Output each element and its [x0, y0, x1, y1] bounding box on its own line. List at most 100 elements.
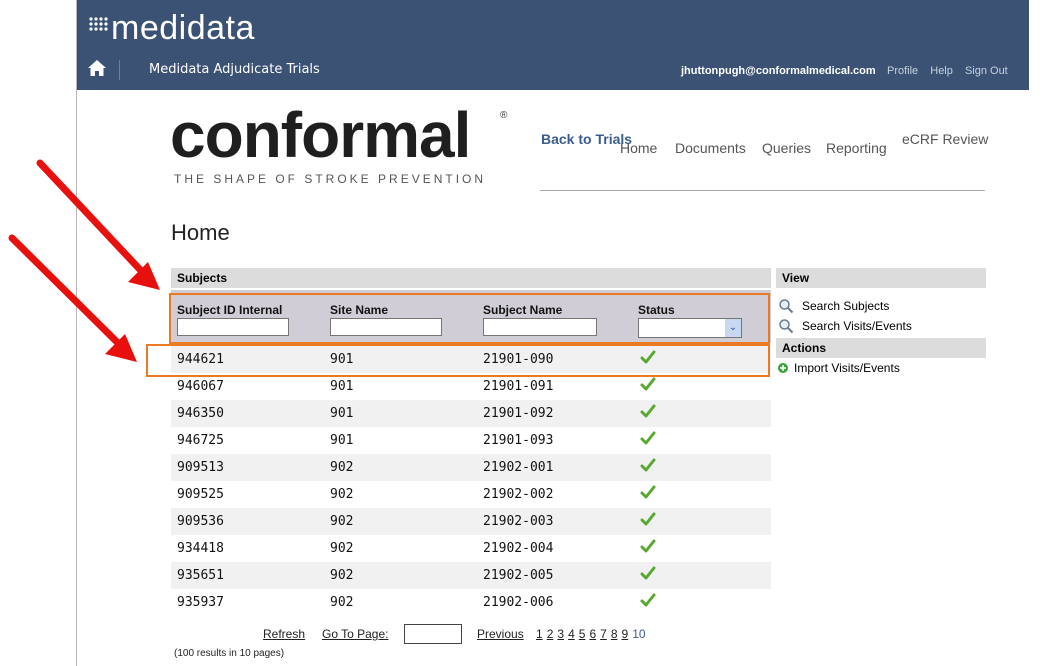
red-arrow-icon [36, 159, 150, 280]
nav-queries[interactable]: Queries [762, 140, 811, 156]
page-link-7[interactable]: 7 [600, 627, 607, 641]
sign-out-link[interactable]: Sign Out [965, 65, 1008, 77]
search-subjects-link[interactable]: Search Subjects [776, 296, 986, 316]
registered-mark-icon: ® [500, 110, 508, 121]
search-visits-link[interactable]: Search Visits/Events [776, 316, 986, 336]
current-page: 10 [632, 627, 646, 641]
page-title: Home [171, 220, 230, 245]
cell-subject-id[interactable]: 935937 [177, 595, 224, 610]
red-arrow-icon [8, 234, 126, 351]
cell-site-name: 901 [330, 433, 354, 448]
pagination: Refresh Go To Page: Previous 1 2 3 4 5 6 7 8 9 10… [171, 624, 771, 664]
cell-subject-name[interactable]: 21902-002 [483, 487, 553, 502]
table-row[interactable]: 946350 901 21901-092 [171, 400, 771, 427]
profile-link[interactable]: Profile [887, 65, 918, 77]
highlight-box-filter-row [169, 293, 770, 344]
cell-subject-name[interactable]: 21902-001 [483, 460, 553, 475]
table-row[interactable]: 935937 902 21902-006 [171, 589, 771, 616]
header-separator [119, 60, 120, 80]
cell-site-name: 902 [330, 568, 354, 583]
page-link-8[interactable]: 8 [611, 627, 618, 641]
cell-subject-name[interactable]: 21902-005 [483, 568, 553, 583]
cell-site-name: 902 [330, 460, 354, 475]
table-row[interactable]: 946067 901 21901-091 [171, 373, 771, 400]
medidata-logo-icon [89, 17, 108, 31]
nav-back-to-trials[interactable]: Back to Trials [541, 131, 632, 147]
cell-subject-name[interactable]: 21901-091 [483, 379, 553, 394]
page-numbers: 1 2 3 4 5 6 7 8 9 10 [536, 627, 646, 641]
header-links: Profile Help Sign Out [887, 65, 1017, 77]
nav-documents[interactable]: Documents [675, 140, 746, 156]
previous-page-link[interactable]: Previous [477, 627, 524, 641]
search-visits-label: Search Visits/Events [802, 319, 912, 333]
cell-site-name: 901 [330, 406, 354, 421]
cell-subject-id[interactable]: 909525 [177, 487, 224, 502]
cell-site-name: 901 [330, 379, 354, 394]
home-icon[interactable] [87, 58, 107, 78]
search-icon [779, 299, 794, 314]
cell-site-name: 902 [330, 541, 354, 556]
cell-site-name: 902 [330, 514, 354, 529]
table-row[interactable]: 935651 902 21902-005 [171, 562, 771, 589]
main-nav: Back to Trials Home Documents Queries Re… [0, 131, 1052, 171]
go-to-page-link[interactable]: Go To Page: [322, 627, 389, 641]
arrowhead-icon [128, 262, 160, 290]
refresh-link[interactable]: Refresh [263, 627, 305, 641]
cell-subject-id[interactable]: 909513 [177, 460, 224, 475]
status-check-icon [640, 538, 656, 558]
arrowhead-icon [105, 334, 137, 362]
cell-subject-id[interactable]: 946350 [177, 406, 224, 421]
right-sidebar: View Search Subjects Search Visits/Event… [776, 268, 986, 378]
import-visits-label: Import Visits/Events [794, 361, 900, 375]
table-row[interactable]: 909513 902 21902-001 [171, 454, 771, 481]
subjects-heading: Subjects [171, 268, 771, 288]
status-check-icon [640, 565, 656, 585]
table-row[interactable]: 946725 901 21901-093 [171, 427, 771, 454]
page-link-1[interactable]: 1 [536, 627, 543, 641]
subjects-table-body: 944621 901 21901-090 946067 901 21901-09… [171, 346, 771, 616]
import-visits-link[interactable]: Import Visits/Events [776, 358, 986, 378]
help-link[interactable]: Help [930, 65, 953, 77]
status-check-icon [640, 511, 656, 531]
nav-reporting[interactable]: Reporting [826, 140, 887, 156]
page-link-5[interactable]: 5 [579, 627, 586, 641]
page-link-2[interactable]: 2 [547, 627, 554, 641]
medidata-logo-text: medidata [111, 9, 255, 47]
highlight-box-first-row [146, 344, 770, 377]
status-check-icon [640, 403, 656, 423]
user-email[interactable]: jhuttonpugh@conformalmedical.com [681, 65, 876, 77]
cell-subject-id[interactable]: 946067 [177, 379, 224, 394]
app-title: Medidata Adjudicate Trials [149, 62, 320, 77]
cell-site-name: 902 [330, 595, 354, 610]
cell-subject-name[interactable]: 21902-006 [483, 595, 553, 610]
page-link-6[interactable]: 6 [589, 627, 596, 641]
results-count: (100 results in 10 pages) [174, 648, 285, 659]
cell-subject-name[interactable]: 21901-092 [483, 406, 553, 421]
nav-home[interactable]: Home [620, 140, 657, 156]
cell-subject-name[interactable]: 21902-003 [483, 514, 553, 529]
table-row[interactable]: 934418 902 21902-004 [171, 535, 771, 562]
cell-subject-name[interactable]: 21902-004 [483, 541, 553, 556]
cell-site-name: 902 [330, 487, 354, 502]
status-check-icon [640, 457, 656, 477]
page-link-3[interactable]: 3 [557, 627, 564, 641]
cell-subject-name[interactable]: 21901-093 [483, 433, 553, 448]
page-link-9[interactable]: 9 [622, 627, 629, 641]
brand-tagline: THE SHAPE OF STROKE PREVENTION [174, 172, 487, 186]
table-row[interactable]: 909525 902 21902-002 [171, 481, 771, 508]
cell-subject-id[interactable]: 935651 [177, 568, 224, 583]
nav-divider [540, 190, 985, 191]
status-check-icon [640, 430, 656, 450]
plus-circle-icon [778, 363, 788, 373]
cell-subject-id[interactable]: 946725 [177, 433, 224, 448]
page-link-4[interactable]: 4 [568, 627, 575, 641]
cell-subject-id[interactable]: 909536 [177, 514, 224, 529]
actions-heading: Actions [776, 338, 986, 358]
status-check-icon [640, 484, 656, 504]
status-check-icon [640, 376, 656, 396]
go-to-page-input[interactable] [404, 624, 462, 644]
table-row[interactable]: 909536 902 21902-003 [171, 508, 771, 535]
status-check-icon [640, 592, 656, 612]
cell-subject-id[interactable]: 934418 [177, 541, 224, 556]
nav-ecrf-review[interactable]: eCRF Review [902, 132, 988, 147]
